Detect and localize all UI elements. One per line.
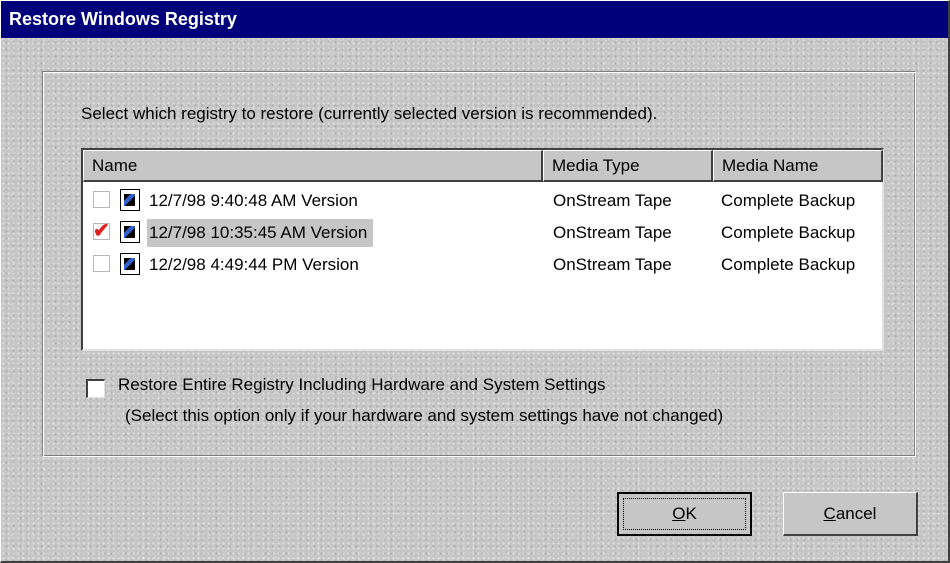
cancel-button-label: Cancel: [823, 503, 877, 523]
row-media-type: OnStream Tape: [553, 255, 672, 274]
list-row[interactable]: 12/2/98 4:49:44 PM Version OnStream Tape…: [83, 249, 880, 281]
row-name: 12/7/98 10:35:45 AM Version: [147, 219, 374, 247]
title-bar: Restore Windows Registry: [1, 1, 948, 38]
row-media-name: Complete Backup: [721, 191, 856, 210]
window-title: Restore Windows Registry: [9, 9, 237, 29]
restore-entire-registry-checkbox[interactable]: [86, 379, 105, 398]
cancel-button[interactable]: Cancel: [783, 492, 918, 536]
list-row[interactable]: 12/7/98 9:40:48 AM Version OnStream Tape…: [83, 185, 880, 217]
row-media-type: OnStream Tape: [553, 223, 672, 242]
instruction-text: Select which registry to restore (curren…: [81, 104, 658, 123]
list-header: Name Media Type Media Name: [83, 150, 883, 182]
row-media-name: Complete Backup: [721, 223, 856, 242]
row-name: 12/7/98 9:40:48 AM Version: [149, 191, 358, 210]
restore-option-note: (Select this option only if your hardwar…: [125, 406, 724, 425]
row-name: 12/2/98 4:49:44 PM Version: [149, 255, 359, 274]
row-checkbox[interactable]: [93, 191, 110, 208]
column-header-media-type[interactable]: Media Type: [543, 150, 713, 182]
ok-button[interactable]: OK: [617, 492, 752, 536]
row-checkbox-checked[interactable]: ✔: [93, 220, 110, 242]
registry-icon: [120, 189, 140, 211]
restore-registry-dialog: Restore Windows Registry Select which re…: [0, 0, 950, 563]
ok-button-label: OK: [672, 504, 697, 523]
registry-icon: [120, 253, 140, 275]
column-header-name[interactable]: Name: [83, 150, 543, 182]
row-media-type: OnStream Tape: [553, 191, 672, 210]
registry-list[interactable]: Name Media Type Media Name 12/7/98 9:40:…: [81, 148, 884, 351]
restore-entire-registry-label[interactable]: Restore Entire Registry Including Hardwa…: [118, 375, 606, 395]
row-checkbox[interactable]: [93, 255, 110, 272]
row-media-name: Complete Backup: [721, 255, 856, 274]
list-row-selected[interactable]: ✔ 12/7/98 10:35:45 AM Version OnStream T…: [83, 217, 880, 249]
check-mark-icon: ✔: [93, 220, 110, 242]
column-header-media-name[interactable]: Media Name: [713, 150, 883, 182]
registry-icon: [120, 221, 140, 243]
